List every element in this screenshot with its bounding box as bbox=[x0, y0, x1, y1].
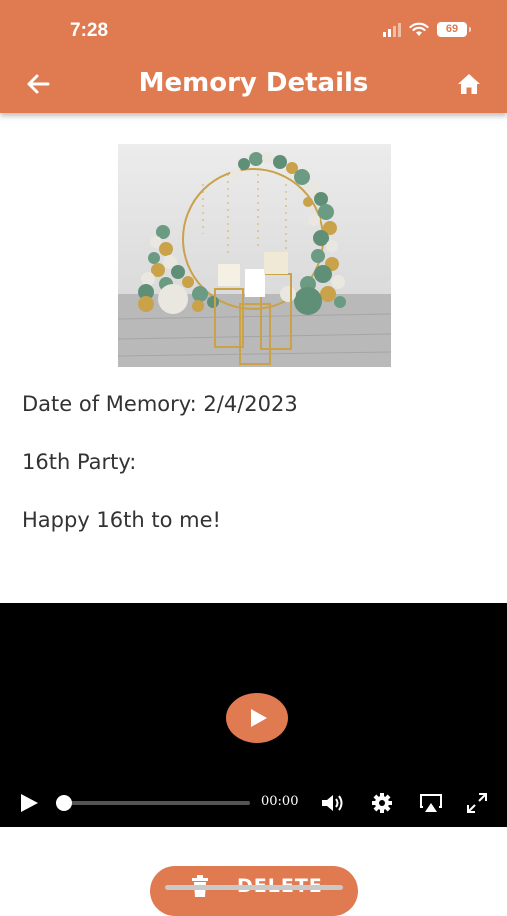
cellular-signal-icon bbox=[383, 22, 401, 37]
memory-name: 16th Party: bbox=[22, 450, 137, 474]
memory-description: Happy 16th to me! bbox=[22, 508, 221, 532]
delete-button[interactable]: DELETE bbox=[150, 866, 358, 916]
video-time: 00:00 bbox=[261, 794, 299, 809]
battery-icon: 69 bbox=[437, 22, 471, 37]
progress-track[interactable] bbox=[64, 801, 250, 805]
airplay-icon[interactable] bbox=[419, 792, 443, 814]
memory-date: Date of Memory: 2/4/2023 bbox=[22, 392, 298, 416]
progress-handle[interactable] bbox=[56, 795, 72, 811]
app-header: 7:28 69 Memory Details bbox=[0, 0, 507, 113]
home-indicator bbox=[165, 885, 343, 890]
video-player[interactable]: 00:00 bbox=[0, 603, 507, 827]
page-title: Memory Details bbox=[138, 68, 369, 98]
settings-gear-icon[interactable] bbox=[371, 792, 393, 814]
video-controls: 00:00 bbox=[0, 788, 507, 818]
play-icon[interactable] bbox=[18, 792, 40, 814]
volume-icon[interactable] bbox=[320, 792, 346, 814]
home-icon[interactable] bbox=[455, 70, 483, 98]
wifi-icon bbox=[409, 22, 429, 36]
play-overlay-button[interactable] bbox=[226, 693, 288, 743]
memory-photo bbox=[118, 144, 391, 367]
fullscreen-icon[interactable] bbox=[466, 792, 488, 814]
status-icons: 69 bbox=[383, 22, 471, 37]
status-time: 7:28 bbox=[70, 20, 109, 41]
